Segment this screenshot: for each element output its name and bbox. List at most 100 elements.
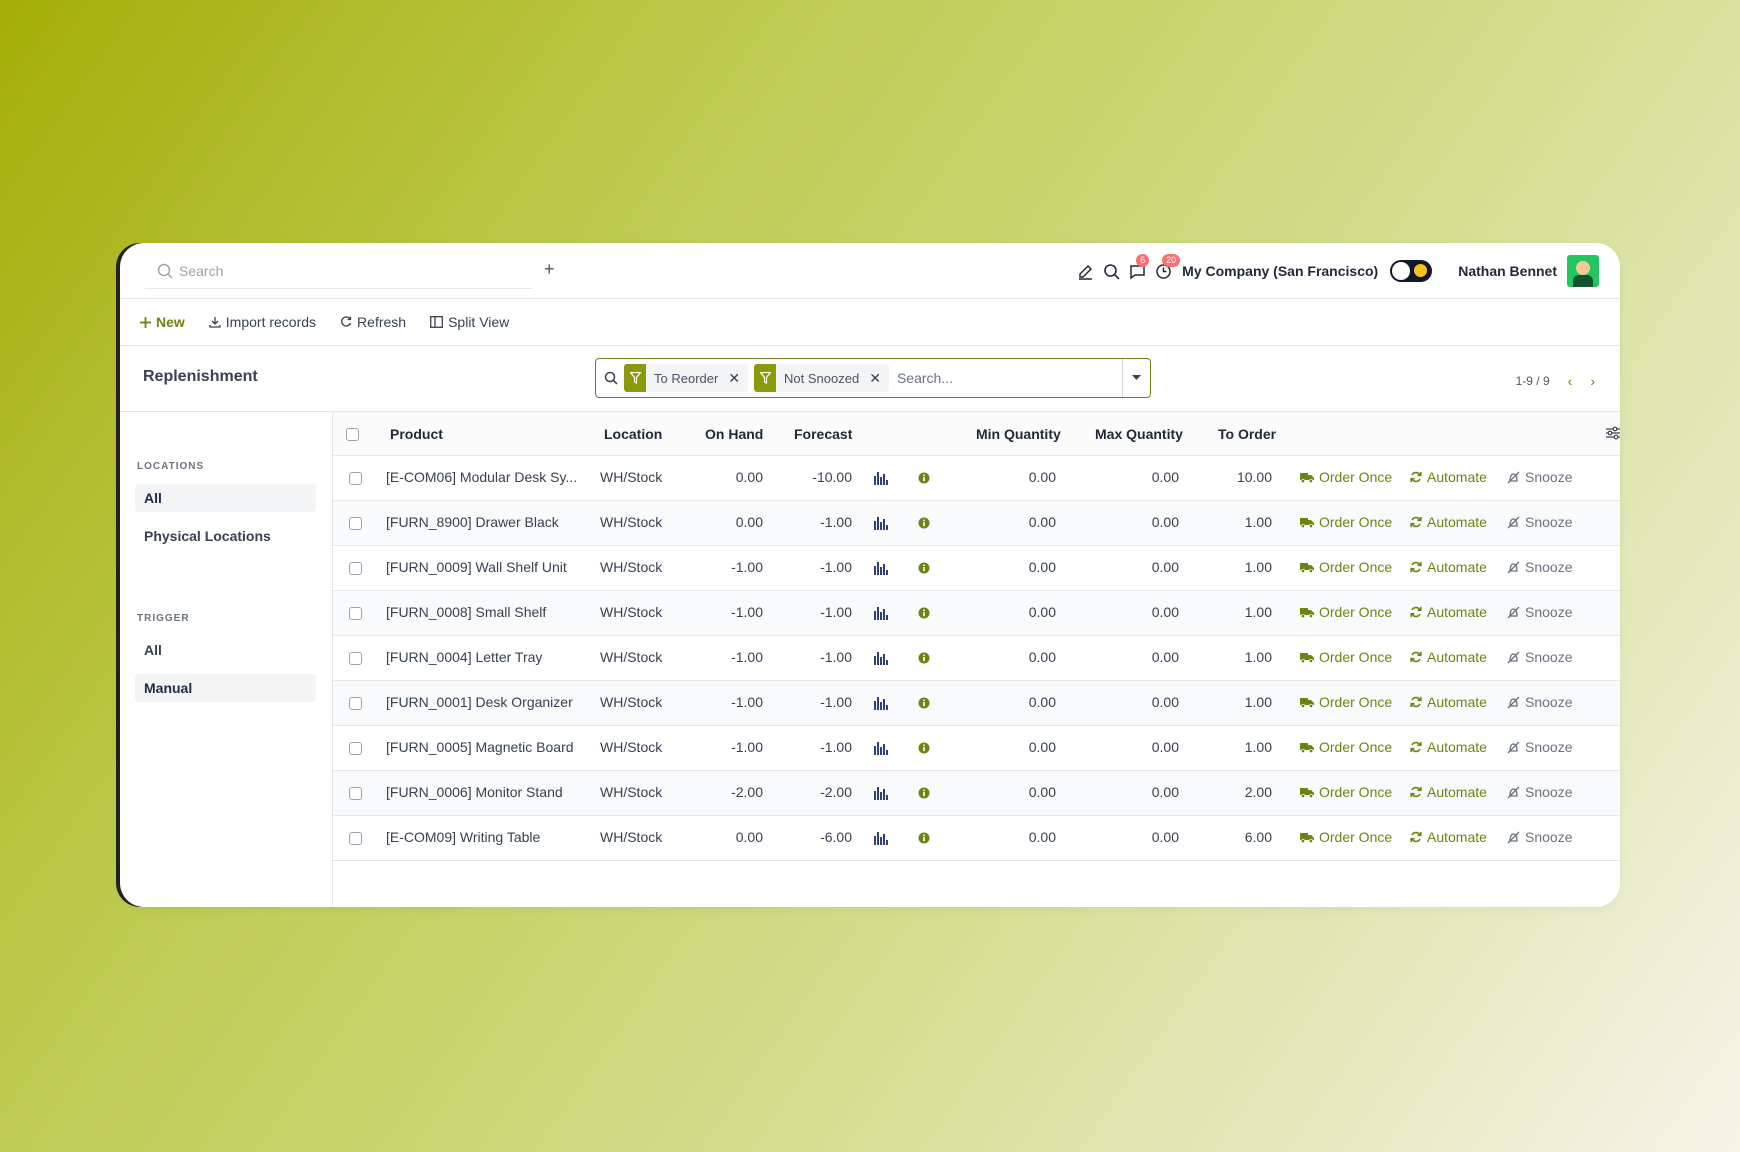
sidebar-item-physical-locations[interactable]: Physical Locations <box>135 522 316 550</box>
to-order-cell[interactable]: 1.00 <box>1192 649 1272 665</box>
facet-remove-icon[interactable]: ✕ <box>869 370 881 387</box>
info-icon[interactable] <box>918 652 930 664</box>
column-header-to-order[interactable]: To Order <box>1218 426 1276 442</box>
forecast-chart-icon[interactable] <box>874 516 888 530</box>
to-order-cell[interactable]: 6.00 <box>1192 829 1272 845</box>
pager-prev-icon[interactable]: ‹ <box>1568 373 1573 389</box>
max-quantity-cell[interactable]: 0.00 <box>1099 784 1179 800</box>
column-header-location[interactable]: Location <box>604 426 662 442</box>
forecast-chart-icon[interactable] <box>874 696 888 710</box>
info-icon[interactable] <box>918 472 930 484</box>
min-quantity-cell[interactable]: 0.00 <box>976 649 1056 665</box>
order-once-button[interactable]: Order Once <box>1300 559 1392 575</box>
row-checkbox[interactable] <box>349 652 362 665</box>
forecast-chart-icon[interactable] <box>874 741 888 755</box>
snooze-button[interactable]: Snooze <box>1507 784 1572 800</box>
max-quantity-cell[interactable]: 0.00 <box>1099 604 1179 620</box>
min-quantity-cell[interactable]: 0.00 <box>976 514 1056 530</box>
facet-not-snoozed[interactable]: Not Snoozed ✕ <box>754 364 889 392</box>
edit-icon[interactable] <box>1074 260 1096 282</box>
max-quantity-cell[interactable]: 0.00 <box>1099 469 1179 485</box>
automate-button[interactable]: Automate <box>1410 604 1487 620</box>
info-icon[interactable] <box>918 697 930 709</box>
max-quantity-cell[interactable]: 0.00 <box>1099 514 1179 530</box>
min-quantity-cell[interactable]: 0.00 <box>976 694 1056 710</box>
column-header-min-quantity[interactable]: Min Quantity <box>976 426 1061 442</box>
pager-next-icon[interactable]: › <box>1590 373 1595 389</box>
row-checkbox[interactable] <box>349 742 362 755</box>
sidebar-item-trigger-all[interactable]: All <box>135 636 316 664</box>
user-name[interactable]: Nathan Bennet <box>1458 263 1557 279</box>
snooze-button[interactable]: Snooze <box>1507 649 1572 665</box>
info-icon[interactable] <box>918 562 930 574</box>
product-cell[interactable]: [FURN_8900] Drawer Black <box>386 514 582 530</box>
column-header-product[interactable]: Product <box>390 426 443 442</box>
table-row[interactable]: [FURN_0006] Monitor Stand WH/Stock -2.00 -2… <box>333 771 1620 816</box>
to-order-cell[interactable]: 1.00 <box>1192 559 1272 575</box>
max-quantity-cell[interactable]: 0.00 <box>1099 694 1179 710</box>
row-checkbox[interactable] <box>349 787 362 800</box>
search-input[interactable] <box>896 370 1122 386</box>
min-quantity-cell[interactable]: 0.00 <box>976 469 1056 485</box>
to-order-cell[interactable]: 1.00 <box>1192 604 1272 620</box>
global-search-input[interactable] <box>179 262 499 279</box>
row-checkbox[interactable] <box>349 562 362 575</box>
table-row[interactable]: [FURN_0008] Small Shelf WH/Stock -1.00 -1.0… <box>333 591 1620 636</box>
row-checkbox[interactable] <box>349 517 362 530</box>
sidebar-item-trigger-manual[interactable]: Manual <box>135 674 316 702</box>
order-once-button[interactable]: Order Once <box>1300 604 1392 620</box>
order-once-button[interactable]: Order Once <box>1300 649 1392 665</box>
max-quantity-cell[interactable]: 0.00 <box>1099 829 1179 845</box>
info-icon[interactable] <box>918 832 930 844</box>
table-row[interactable]: [FURN_0005] Magnetic Board WH/Stock -1.00 -… <box>333 726 1620 771</box>
forecast-chart-icon[interactable] <box>874 786 888 800</box>
min-quantity-cell[interactable]: 0.00 <box>976 784 1056 800</box>
global-search[interactable] <box>145 253 533 289</box>
pager-value[interactable]: 1-9 / 9 <box>1516 374 1550 388</box>
split-view-button[interactable]: Split View <box>430 314 509 330</box>
column-header-forecast[interactable]: Forecast <box>794 426 852 442</box>
new-button[interactable]: New <box>140 314 185 330</box>
add-tab-button[interactable]: + <box>544 259 555 280</box>
select-all-checkbox[interactable] <box>346 428 359 441</box>
order-once-button[interactable]: Order Once <box>1300 469 1392 485</box>
to-order-cell[interactable]: 1.00 <box>1192 694 1272 710</box>
table-row[interactable]: [FURN_0009] Wall Shelf Unit WH/Stock -1.00… <box>333 546 1620 591</box>
automate-button[interactable]: Automate <box>1410 784 1487 800</box>
to-order-cell[interactable]: 10.00 <box>1192 469 1272 485</box>
table-row[interactable]: [E-COM09] Writing Table WH/Stock 0.00 -6.00… <box>333 816 1620 861</box>
automate-button[interactable]: Automate <box>1410 469 1487 485</box>
info-icon[interactable] <box>918 517 930 529</box>
activities-clock-icon[interactable]: 20 <box>1152 254 1181 282</box>
snooze-button[interactable]: Snooze <box>1507 469 1572 485</box>
product-cell[interactable]: [FURN_0009] Wall Shelf Unit <box>386 559 582 575</box>
max-quantity-cell[interactable]: 0.00 <box>1099 649 1179 665</box>
automate-button[interactable]: Automate <box>1410 649 1487 665</box>
company-switcher[interactable]: My Company (San Francisco) <box>1182 263 1378 279</box>
snooze-button[interactable]: Snooze <box>1507 559 1572 575</box>
snooze-button[interactable]: Snooze <box>1507 514 1572 530</box>
product-cell[interactable]: [FURN_0006] Monitor Stand <box>386 784 582 800</box>
order-once-button[interactable]: Order Once <box>1300 784 1392 800</box>
forecast-chart-icon[interactable] <box>874 831 888 845</box>
info-icon[interactable] <box>918 607 930 619</box>
snooze-button[interactable]: Snooze <box>1507 739 1572 755</box>
max-quantity-cell[interactable]: 0.00 <box>1099 739 1179 755</box>
order-once-button[interactable]: Order Once <box>1300 829 1392 845</box>
to-order-cell[interactable]: 1.00 <box>1192 514 1272 530</box>
facet-remove-icon[interactable]: ✕ <box>728 370 740 387</box>
table-row[interactable]: [E-COM06] Modular Desk Sy... WH/Stock 0.00… <box>333 456 1620 501</box>
row-checkbox[interactable] <box>349 832 362 845</box>
min-quantity-cell[interactable]: 0.00 <box>976 604 1056 620</box>
row-checkbox[interactable] <box>349 472 362 485</box>
product-cell[interactable]: [E-COM09] Writing Table <box>386 829 582 845</box>
product-cell[interactable]: [E-COM06] Modular Desk Sy... <box>386 469 582 485</box>
forecast-chart-icon[interactable] <box>874 606 888 620</box>
snooze-button[interactable]: Snooze <box>1507 604 1572 620</box>
min-quantity-cell[interactable]: 0.00 <box>976 739 1056 755</box>
table-row[interactable]: [FURN_0001] Desk Organizer WH/Stock -1.00 -… <box>333 681 1620 726</box>
product-cell[interactable]: [FURN_0004] Letter Tray <box>386 649 582 665</box>
snooze-button[interactable]: Snooze <box>1507 829 1572 845</box>
order-once-button[interactable]: Order Once <box>1300 694 1392 710</box>
column-header-max-quantity[interactable]: Max Quantity <box>1095 426 1183 442</box>
